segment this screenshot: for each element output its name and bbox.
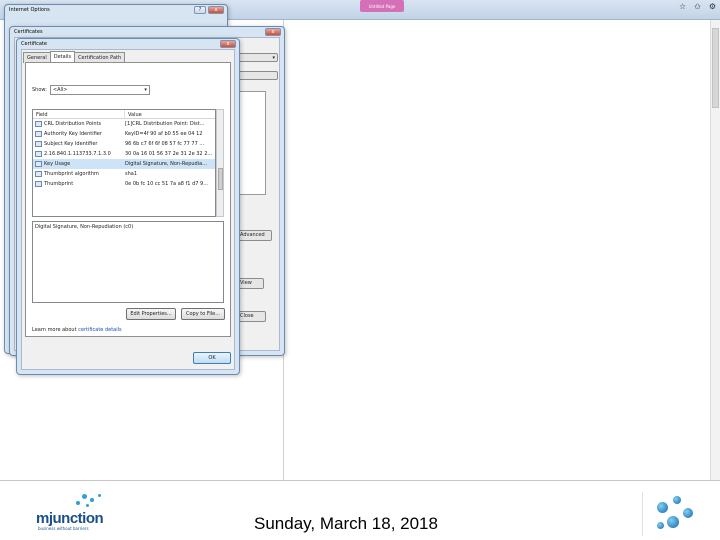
- field-value: 30 0a 16 01 56 37 2e 31 2e 32 2...: [125, 151, 213, 157]
- gear-icon[interactable]: ⚙: [709, 2, 716, 11]
- logo-tagline: business without barriers: [38, 526, 89, 531]
- ok-button[interactable]: OK: [193, 352, 231, 364]
- help-icon[interactable]: ?: [194, 6, 206, 14]
- favorites-icon[interactable]: ✩: [694, 2, 701, 11]
- close-icon[interactable]: x: [220, 40, 236, 48]
- field-value: 0e 0b fc 10 cc 51 7a a8 f1 d7 9...: [125, 181, 208, 187]
- certificate-field-icon: [35, 151, 42, 157]
- window-title: Certificate: [21, 41, 47, 47]
- field-detail-box[interactable]: Digital Signature, Non-Repudiation (c0): [32, 221, 224, 303]
- certificate-list[interactable]: [236, 91, 266, 195]
- close-icon[interactable]: x: [208, 6, 224, 14]
- show-value: <All>: [52, 87, 68, 93]
- table-row[interactable]: Key Usage Digital Signature, Non-Repudia.…: [33, 159, 215, 169]
- column-field[interactable]: Field: [33, 110, 125, 118]
- field-name: Subject Key Identifier: [44, 141, 98, 147]
- view-button[interactable]: View: [236, 278, 264, 289]
- emblem-logo: [642, 492, 708, 536]
- field-name: Thumbprint: [44, 181, 74, 187]
- window-title: Certificates: [14, 29, 43, 35]
- tab-details[interactable]: Details: [49, 51, 76, 62]
- browser-tab[interactable]: Untitled Page: [360, 0, 404, 12]
- table-row[interactable]: Authority Key Identifier KeyID=4f 90 af b…: [33, 129, 215, 139]
- certificate-field-icon: [35, 131, 42, 137]
- field-value: 96 6b c7 6f 6f 08 57 fc 77 77 ...: [125, 141, 205, 147]
- field-name: Authority Key Identifier: [44, 131, 102, 137]
- field-name: 2.16.840.1.113733.7.1.3.0: [44, 151, 111, 157]
- certificate-field-icon: [35, 181, 42, 187]
- scroll-thumb[interactable]: [712, 28, 719, 108]
- mjunction-logo: mjunction business without barriers: [36, 492, 120, 532]
- logo-wordmark: mjunction: [36, 510, 104, 527]
- page-scrollbar[interactable]: [710, 20, 720, 480]
- show-dropdown[interactable]: <All> ▾: [49, 85, 150, 95]
- chevron-down-icon: ▾: [144, 87, 147, 93]
- list-scrollbar[interactable]: [216, 109, 224, 217]
- close-button[interactable]: Close: [236, 311, 266, 322]
- detail-text: Digital Signature, Non-Repudiation (c0): [35, 224, 134, 230]
- show-label: Show:: [32, 87, 47, 93]
- table-row[interactable]: 2.16.840.1.113733.7.1.3.0 30 0a 16 01 56 …: [33, 149, 215, 159]
- certificate-field-icon: [35, 141, 42, 147]
- close-icon[interactable]: x: [265, 28, 281, 36]
- certificate-field-icon: [35, 161, 42, 167]
- fields-list[interactable]: Field Value CRL Distribution Points [1]CR…: [32, 109, 216, 217]
- scroll-thumb[interactable]: [218, 168, 223, 190]
- table-row[interactable]: Subject Key Identifier 96 6b c7 6f 6f 08 …: [33, 139, 215, 149]
- slide-date: Sunday, March 18, 2018: [254, 514, 438, 533]
- field-name: Key Usage: [44, 161, 71, 167]
- table-row[interactable]: CRL Distribution Points [1]CRL Distributi…: [33, 119, 215, 129]
- field-value: KeyID=4f 90 af b0 55 ee 04 12: [125, 131, 203, 137]
- home-icon[interactable]: ☆: [679, 2, 686, 11]
- edit-properties-button[interactable]: Edit Properties...: [126, 308, 176, 320]
- certificate-field-icon: [35, 171, 42, 177]
- table-row[interactable]: Thumbprint algorithm sha1: [33, 169, 215, 179]
- field-value: sha1: [125, 171, 138, 177]
- footer-divider: [0, 480, 720, 481]
- copy-to-file-button[interactable]: Copy to File...: [181, 308, 225, 320]
- learn-more: Learn more about certificate details: [32, 327, 122, 333]
- certificate-details-link[interactable]: certificate details: [78, 327, 121, 333]
- advanced-button[interactable]: Advanced: [236, 230, 272, 241]
- certificate-window: Certificate x General Details Certificat…: [16, 38, 240, 375]
- window-title: Internet Options: [9, 7, 50, 13]
- browser-content-area: [283, 20, 720, 480]
- table-row[interactable]: Thumbprint 0e 0b fc 10 cc 51 7a a8 f1 d7 …: [33, 179, 215, 189]
- certificate-field-icon: [35, 121, 42, 127]
- purpose-dropdown[interactable]: ▾: [236, 53, 278, 62]
- field-name: CRL Distribution Points: [44, 121, 102, 127]
- browser-controls: ☆ ✩ ⚙: [679, 2, 716, 11]
- details-panel: Show: <All> ▾ Field Value CRL Distributi…: [25, 62, 231, 337]
- field-value: Digital Signature, Non-Repudia...: [125, 161, 207, 167]
- column-value[interactable]: Value: [125, 110, 145, 118]
- field-value: [1]CRL Distribution Point: Dist...: [125, 121, 205, 127]
- field-name: Thumbprint algorithm: [44, 171, 99, 177]
- show-row: Show: <All> ▾: [32, 85, 150, 95]
- tab-stub[interactable]: [236, 71, 278, 80]
- list-header: Field Value: [33, 110, 215, 119]
